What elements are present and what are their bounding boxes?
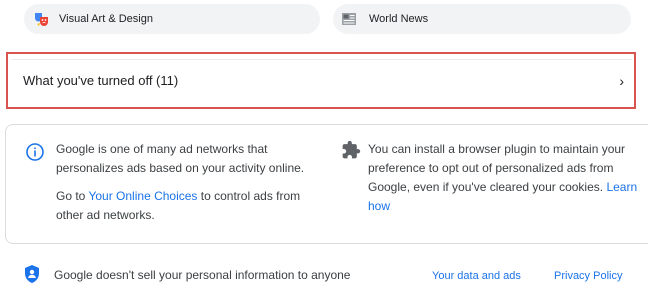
your-online-choices-link[interactable]: Your Online Choices [88, 189, 197, 203]
chevron-right-icon: › [619, 72, 624, 89]
footer: Google doesn't sell your personal inform… [0, 262, 648, 292]
puzzle-icon [341, 140, 361, 160]
info-text-choices: Go to Your Online Choices to control ads… [56, 187, 326, 225]
info-text-networks: Google is one of many ad networks that p… [56, 142, 305, 175]
topic-chip-label: World News [369, 13, 429, 25]
info-text-plugin: You can install a browser plugin to main… [368, 140, 648, 216]
your-data-and-ads-link[interactable]: Your data and ads [432, 270, 521, 282]
turned-off-label: What you've turned off (11) [23, 73, 179, 88]
plugin-text: You can install a browser plugin to main… [368, 142, 626, 194]
info-text-prefix: Go to [56, 189, 89, 203]
topic-chip-visual-art[interactable]: Visual Art & Design [24, 4, 320, 34]
info-icon [25, 142, 45, 162]
theater-masks-icon [34, 11, 50, 27]
privacy-statement: Google doesn't sell your personal inform… [54, 268, 351, 282]
topic-chip-world-news[interactable]: World News [333, 4, 631, 34]
info-right-column: You can install a browser plugin to main… [368, 140, 648, 216]
privacy-policy-link[interactable]: Privacy Policy [554, 270, 622, 282]
topic-chip-label: Visual Art & Design [59, 13, 153, 25]
info-card: Google is one of many ad networks that p… [5, 124, 648, 244]
turned-off-row[interactable]: What you've turned off (11) › [6, 52, 636, 109]
newspaper-icon [341, 11, 357, 27]
info-left-column: Google is one of many ad networks that p… [56, 140, 326, 225]
shield-icon [23, 264, 41, 284]
